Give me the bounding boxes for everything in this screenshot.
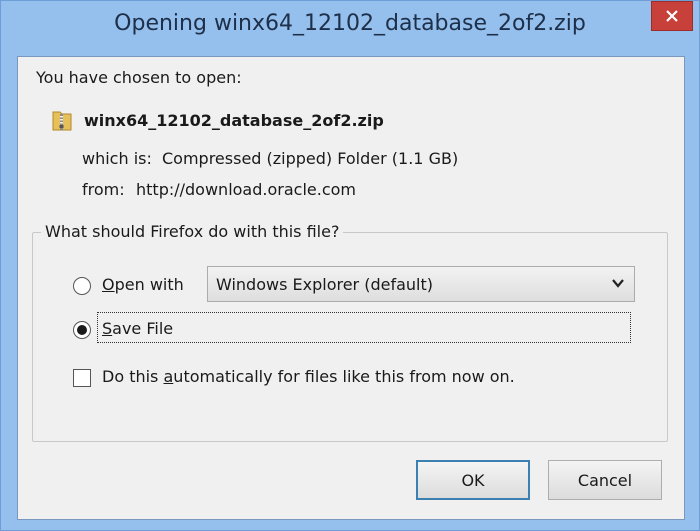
auto-action-label[interactable]: Do this automatically for files like thi… [102,367,515,386]
file-type-label: which is: [82,149,152,168]
title-bar[interactable]: Opening winx64_12102_database_2of2.zip [1,1,699,53]
open-with-radio[interactable] [73,277,91,295]
save-file-label[interactable]: Save File [102,319,173,338]
close-button[interactable] [651,1,693,31]
action-group: What should Firefox do with this file? O… [32,222,668,442]
dialog-window: Opening winx64_12102_database_2of2.zip Y… [0,0,700,531]
close-icon [666,10,678,22]
open-with-label[interactable]: Open with [102,275,184,294]
zip-folder-icon [52,111,72,131]
open-with-label-rest: pen with [114,275,184,294]
window-title: Opening winx64_12102_database_2of2.zip [114,11,586,36]
chevron-down-icon [612,279,624,288]
auto-action-label-before: Do this [102,367,164,386]
file-source-value: http://download.oracle.com [136,180,356,199]
save-file-mnemonic: S [102,319,113,338]
file-type-value: Compressed (zipped) Folder (1.1 GB) [162,149,459,168]
open-with-select[interactable]: Windows Explorer (default) [207,266,635,302]
file-source-label: from: [82,180,125,199]
dialog-body: You have chosen to open: winx64_12102_da… [17,56,685,520]
file-type-row: which is: Compressed (zipped) Folder (1.… [82,149,458,168]
save-file-label-rest: ave File [112,319,174,338]
file-name: winx64_12102_database_2of2.zip [84,110,384,130]
file-source-row: from: http://download.oracle.com [82,180,356,199]
open-with-mnemonic: O [102,275,115,294]
save-file-focus-outline [97,312,631,343]
action-group-legend: What should Firefox do with this file? [41,222,344,241]
chosen-label: You have chosen to open: [36,68,242,87]
auto-action-mnemonic: a [163,367,174,386]
cancel-button[interactable]: Cancel [548,460,662,500]
auto-action-checkbox[interactable] [73,369,91,387]
file-row: winx64_12102_database_2of2.zip [52,108,384,132]
auto-action-label-after: utomatically for files like this from no… [173,367,515,386]
ok-button[interactable]: OK [416,460,530,500]
open-with-selected: Windows Explorer (default) [216,274,433,294]
save-file-radio[interactable] [73,321,91,339]
